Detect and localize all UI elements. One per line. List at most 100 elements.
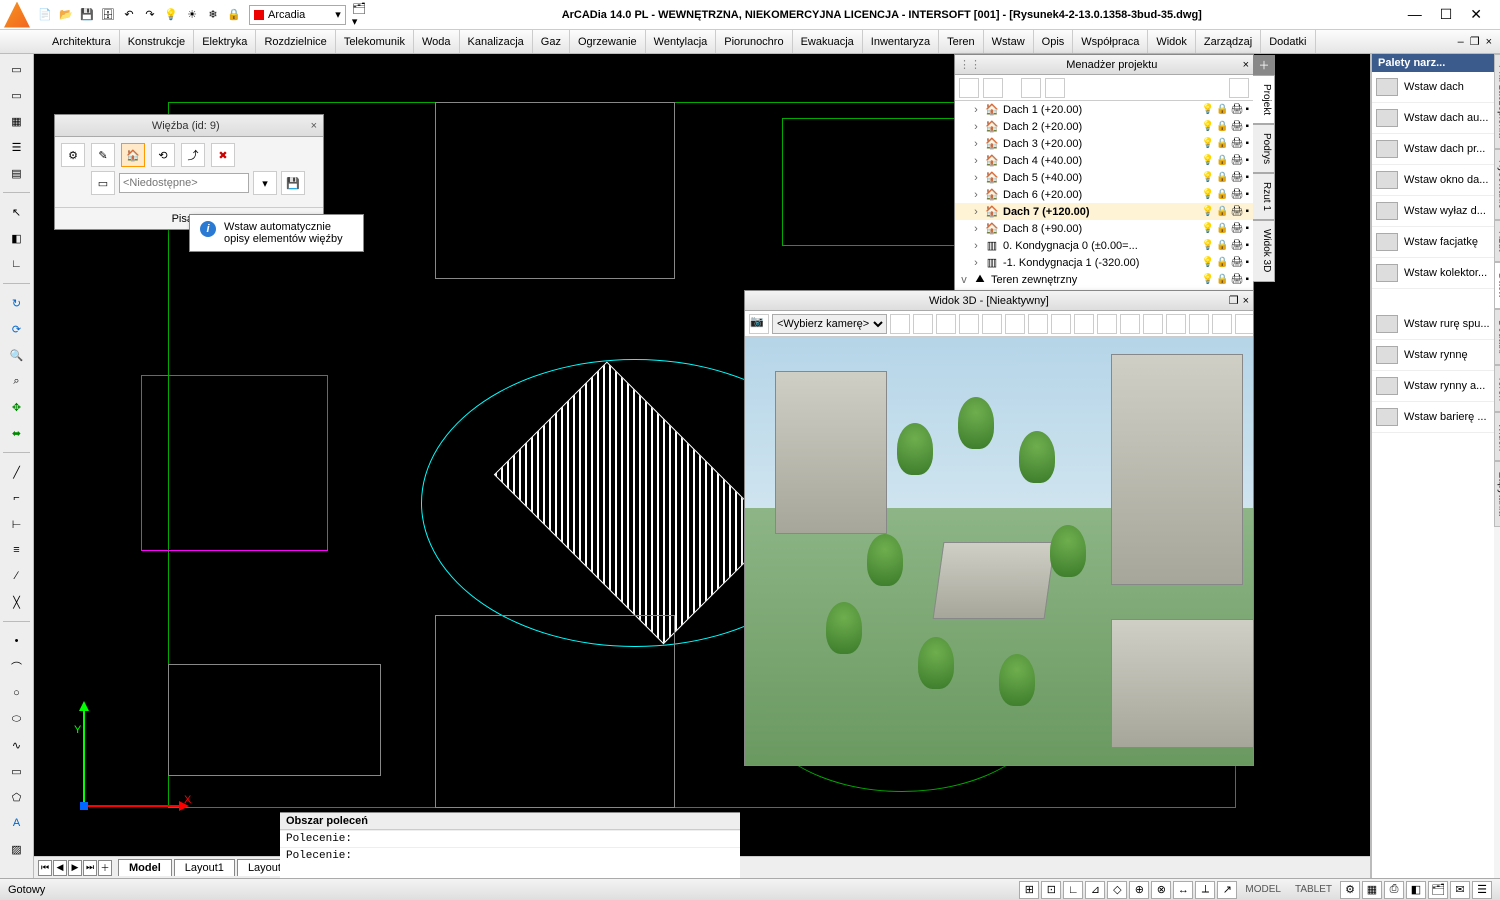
print-icon[interactable]: 🖨 xyxy=(1231,274,1244,285)
tab-prev-icon[interactable]: ◀ xyxy=(53,860,67,876)
expand-icon[interactable]: › xyxy=(971,223,981,235)
tree-node[interactable]: ›🏠Dach 8 (+90.00)💡🔒🖨▪ xyxy=(955,220,1253,237)
command-line-2[interactable]: Polecenie: xyxy=(280,847,740,864)
status-tool1-icon[interactable]: ▦ xyxy=(1362,881,1382,899)
tree-node[interactable]: ›🏠Dach 2 (+20.00)💡🔒🖨▪ xyxy=(955,118,1253,135)
bulb-icon[interactable]: 💡 xyxy=(1202,206,1214,217)
color-icon[interactable]: ▪ xyxy=(1245,104,1249,115)
palette-tab-0[interactable]: Pkt. zaczepienia xyxy=(1494,54,1500,149)
lock-icon[interactable]: 🔒 xyxy=(1216,155,1228,166)
multiline-icon[interactable]: ≡ xyxy=(6,539,28,561)
v3d-tool7-icon[interactable] xyxy=(1028,314,1048,334)
status-tool4-icon[interactable]: 🗂 xyxy=(1428,881,1448,899)
menu-widok[interactable]: Widok xyxy=(1148,30,1196,53)
v3d-tool9-icon[interactable] xyxy=(1074,314,1094,334)
print-icon[interactable]: 🖨 xyxy=(1231,155,1244,166)
pm-tool3-icon[interactable] xyxy=(1021,78,1041,98)
expand-icon[interactable]: › xyxy=(971,138,981,150)
zoom-window-icon[interactable]: ⌕ xyxy=(6,370,28,392)
menu-inwentaryza[interactable]: Inwentaryza xyxy=(863,30,939,53)
palette-item[interactable]: Wstaw wyłaz d... xyxy=(1372,196,1494,227)
pm-tab-0[interactable]: Projekt xyxy=(1253,75,1275,124)
menu-ogrzewanie[interactable]: Ogrzewanie xyxy=(570,30,646,53)
truss-tool4-icon[interactable]: ⤴ xyxy=(181,143,205,167)
snap8-icon[interactable]: ↔ xyxy=(1173,881,1193,899)
open-icon[interactable]: 📂 xyxy=(57,6,75,24)
palette-tab-7[interactable]: Zapytania xyxy=(1494,461,1500,527)
palette-item[interactable]: Wstaw rurę spu... xyxy=(1372,309,1494,340)
cursor-icon[interactable]: ↖ xyxy=(6,201,28,223)
tree-node[interactable]: ›🏠Dach 5 (+40.00)💡🔒🖨▪ xyxy=(955,169,1253,186)
window2-icon[interactable]: ▭ xyxy=(6,84,28,106)
v3d-tool16-icon[interactable] xyxy=(1235,314,1253,334)
table-icon[interactable]: ▤ xyxy=(6,162,28,184)
status-model[interactable]: MODEL xyxy=(1239,884,1287,895)
truss-delete-icon[interactable]: ✖ xyxy=(211,143,235,167)
v3d-tool2-icon[interactable] xyxy=(913,314,933,334)
text-icon[interactable]: A xyxy=(6,812,28,834)
menu-telekomunik[interactable]: Telekomunik xyxy=(336,30,414,53)
pm-tool2-icon[interactable] xyxy=(983,78,1003,98)
layers-icon[interactable]: 🗂▾ xyxy=(352,6,370,24)
expand-icon[interactable]: › xyxy=(971,155,981,167)
palette-item[interactable]: Wstaw dach au... xyxy=(1372,103,1494,134)
palette-item[interactable]: Wstaw kolektor... xyxy=(1372,258,1494,289)
new-icon[interactable]: 📄 xyxy=(36,6,54,24)
lock-icon[interactable]: 🔒 xyxy=(1216,257,1228,268)
freeze-icon[interactable]: ❄ xyxy=(204,6,222,24)
truss-save-icon[interactable]: 💾 xyxy=(281,171,305,195)
menu-konstrukcje[interactable]: Konstrukcje xyxy=(120,30,194,53)
truss-panel-close-icon[interactable]: × xyxy=(311,120,317,132)
project-manager-add-icon[interactable]: ＋ xyxy=(1253,55,1275,75)
print-icon[interactable]: 🖨 xyxy=(1231,121,1244,132)
palette-tab-3[interactable]: Dach xyxy=(1494,262,1500,308)
pm-tab-1[interactable]: Podrys xyxy=(1253,124,1275,173)
truss-tool1-icon[interactable]: ✎ xyxy=(91,143,115,167)
view3d-scene[interactable] xyxy=(745,337,1253,765)
truss-type-input[interactable] xyxy=(119,173,249,193)
palette-item[interactable]: Wstaw dach pr... xyxy=(1372,134,1494,165)
color-icon[interactable]: ▪ xyxy=(1245,155,1249,166)
save-icon[interactable]: 💾 xyxy=(78,6,96,24)
pan2-icon[interactable]: ⬌ xyxy=(6,422,28,444)
lock-icon[interactable]: 🔒 xyxy=(1216,138,1228,149)
layers2-icon[interactable]: ◧ xyxy=(6,227,28,249)
tree-node[interactable]: ›▥0. Kondygnacja 0 (±0.00=...💡🔒🖨▪ xyxy=(955,237,1253,254)
bulb-icon[interactable]: 💡 xyxy=(1202,155,1214,166)
v3d-tool11-icon[interactable] xyxy=(1120,314,1140,334)
color-icon[interactable]: ▪ xyxy=(1245,257,1249,268)
status-tool2-icon[interactable]: ⎙ xyxy=(1384,881,1404,899)
menu-elektryka[interactable]: Elektryka xyxy=(194,30,256,53)
color-icon[interactable]: ▪ xyxy=(1245,172,1249,183)
menu-woda[interactable]: Woda xyxy=(414,30,460,53)
command-line-1[interactable]: Polecenie: xyxy=(280,830,740,847)
spline-icon[interactable]: ∿ xyxy=(6,734,28,756)
tab-model[interactable]: Model xyxy=(118,859,172,876)
snap6-icon[interactable]: ⊕ xyxy=(1129,881,1149,899)
window-icon[interactable]: ▭ xyxy=(6,58,28,80)
expand-icon[interactable]: › xyxy=(971,172,981,184)
view3d-close-icon[interactable]: × xyxy=(1243,295,1249,307)
tree-node[interactable]: ›🏠Dach 3 (+20.00)💡🔒🖨▪ xyxy=(955,135,1253,152)
palette-item[interactable]: Wstaw okno da... xyxy=(1372,165,1494,196)
bulb-icon[interactable]: 💡 xyxy=(1202,172,1214,183)
status-tablet[interactable]: TABLET xyxy=(1289,884,1338,895)
v3d-tool1-icon[interactable] xyxy=(890,314,910,334)
palette-item[interactable]: Wstaw dach xyxy=(1372,72,1494,103)
layer-selector[interactable]: Arcadia ▾ xyxy=(249,5,346,25)
tab-layout1[interactable]: Layout1 xyxy=(174,859,235,876)
truss-panel-header[interactable]: Więźba (id: 9) × xyxy=(55,115,323,137)
polyline-icon[interactable]: ⌐ xyxy=(6,487,28,509)
tab-first-icon[interactable]: ⏮ xyxy=(38,860,52,876)
lock-icon[interactable]: 🔒 xyxy=(1216,206,1228,217)
close-icon[interactable]: ✕ xyxy=(1470,6,1482,23)
truss-tool3-icon[interactable]: ⟲ xyxy=(151,143,175,167)
v3d-tool4-icon[interactable] xyxy=(959,314,979,334)
zoom-icon[interactable]: 🔍 xyxy=(6,344,28,366)
v3d-tool5-icon[interactable] xyxy=(982,314,1002,334)
redo-icon[interactable]: ↷ xyxy=(141,6,159,24)
ray-icon[interactable]: ∕ xyxy=(6,565,28,587)
bulb-icon[interactable]: 💡 xyxy=(1202,121,1214,132)
menu-architektura[interactable]: Architektura xyxy=(44,30,120,53)
color-icon[interactable]: ▪ xyxy=(1245,121,1249,132)
